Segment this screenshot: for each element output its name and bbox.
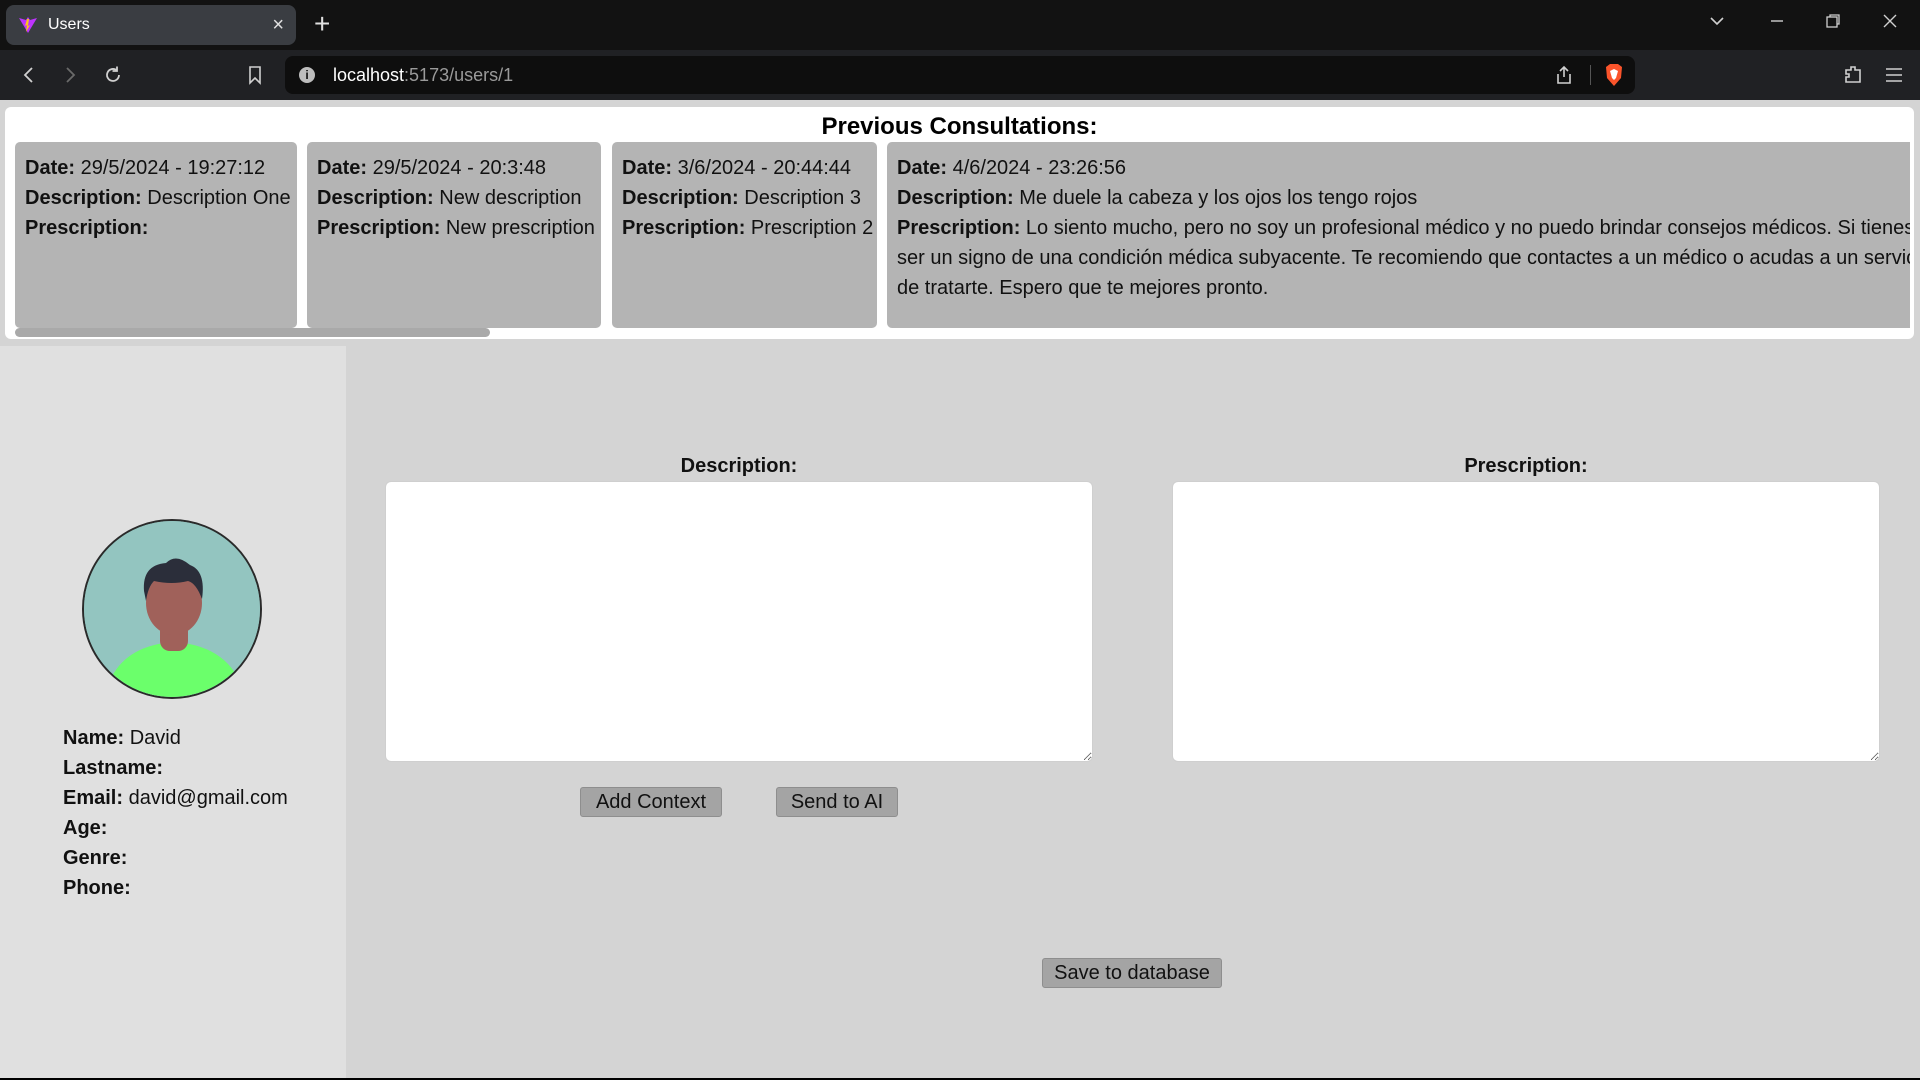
consultations-scroller[interactable]: Date: 29/5/2024 - 19:27:12 Description: … bbox=[15, 142, 1910, 328]
reload-icon[interactable] bbox=[98, 60, 128, 90]
address-bar[interactable]: i localhost:5173/users/1 bbox=[285, 56, 1635, 94]
back-icon[interactable] bbox=[14, 60, 44, 90]
page-content: Previous Consultations: Date: 29/5/2024 … bbox=[0, 100, 1920, 1078]
consultation-date: 3/6/2024 - 20:44:44 bbox=[677, 157, 852, 179]
tab-search-chevron-icon[interactable] bbox=[1708, 10, 1726, 38]
url-host: localhost bbox=[333, 64, 405, 85]
extensions-icon[interactable] bbox=[1838, 60, 1868, 90]
description-textarea[interactable] bbox=[385, 481, 1093, 762]
previous-consultations-panel: Previous Consultations: Date: 29/5/2024 … bbox=[5, 107, 1914, 339]
horizontal-scrollbar-thumb[interactable] bbox=[15, 328, 490, 337]
consultation-description: Description 3 bbox=[744, 187, 861, 209]
avatar bbox=[82, 519, 262, 699]
menu-icon[interactable] bbox=[1879, 60, 1909, 90]
consultation-description: Me duele la cabeza y los ojos los tengo … bbox=[1019, 187, 1418, 209]
forward-icon[interactable] bbox=[55, 60, 85, 90]
user-genre-row: Genre: bbox=[63, 847, 128, 869]
consultation-form: Description: Prescription: Add Context S… bbox=[346, 346, 1920, 1078]
share-icon[interactable] bbox=[1553, 64, 1575, 86]
user-phone-row: Phone: bbox=[63, 877, 131, 899]
consultation-date: 29/5/2024 - 19:27:12 bbox=[80, 157, 266, 179]
close-window-icon[interactable] bbox=[1881, 10, 1899, 38]
browser-tab[interactable]: Users × bbox=[6, 5, 296, 45]
user-name: David bbox=[129, 727, 181, 749]
consultation-date: 4/6/2024 - 23:26:56 bbox=[952, 157, 1127, 179]
consultation-prescription: New prescription bbox=[445, 217, 595, 239]
consultation-card: Date: 29/5/2024 - 19:27:12 Description: … bbox=[15, 142, 297, 328]
consultation-description: Description One bbox=[147, 187, 291, 209]
consultations-title: Previous Consultations: bbox=[821, 113, 1098, 140]
prescription-textarea[interactable] bbox=[1172, 481, 1880, 762]
minimize-icon[interactable] bbox=[1768, 10, 1786, 38]
save-to-database-button[interactable]: Save to database bbox=[1042, 958, 1222, 988]
add-context-button[interactable]: Add Context bbox=[580, 787, 722, 817]
site-info-icon[interactable]: i bbox=[299, 67, 315, 83]
new-tab-icon[interactable]: + bbox=[314, 10, 330, 38]
tab-close-icon[interactable]: × bbox=[272, 15, 284, 35]
consultation-prescription: Lo siento mucho, pero no soy un profesio… bbox=[897, 217, 1910, 299]
send-to-ai-button[interactable]: Send to AI bbox=[776, 787, 898, 817]
user-email-row: Email: david@gmail.com bbox=[63, 787, 288, 809]
brave-shield-icon[interactable] bbox=[1603, 63, 1625, 87]
tab-title: Users bbox=[48, 16, 90, 33]
browser-tab-bar: Users × + bbox=[0, 0, 1920, 50]
consultation-card: Date: 29/5/2024 - 20:3:48 Description: N… bbox=[307, 142, 601, 328]
bookmark-icon[interactable] bbox=[240, 60, 270, 90]
address-bar-divider bbox=[1590, 65, 1591, 85]
user-avatar-icon bbox=[84, 521, 260, 697]
consultation-prescription: Prescription 2 bbox=[750, 217, 874, 239]
user-lastname-row: Lastname: bbox=[63, 757, 164, 779]
prescription-label: Prescription: bbox=[1464, 455, 1588, 477]
vite-logo-icon bbox=[19, 17, 37, 33]
restore-icon[interactable] bbox=[1824, 10, 1842, 38]
consultation-card: Date: 3/6/2024 - 20:44:44 Description: D… bbox=[612, 142, 877, 328]
user-age-row: Age: bbox=[63, 817, 108, 839]
consultation-card: Date: 4/6/2024 - 23:26:56 Description: M… bbox=[887, 142, 1910, 328]
description-label: Description: bbox=[680, 455, 798, 477]
user-info: Name: David Lastname: Email: david@gmail… bbox=[63, 723, 288, 903]
url-path: :5173/users/1 bbox=[404, 64, 514, 85]
user-name-row: Name: David bbox=[63, 727, 181, 749]
consultation-date: 29/5/2024 - 20:3:48 bbox=[372, 157, 547, 179]
consultation-description: New description bbox=[439, 187, 582, 209]
user-profile-sidebar: Name: David Lastname: Email: david@gmail… bbox=[0, 346, 346, 1078]
user-email: david@gmail.com bbox=[128, 787, 288, 809]
